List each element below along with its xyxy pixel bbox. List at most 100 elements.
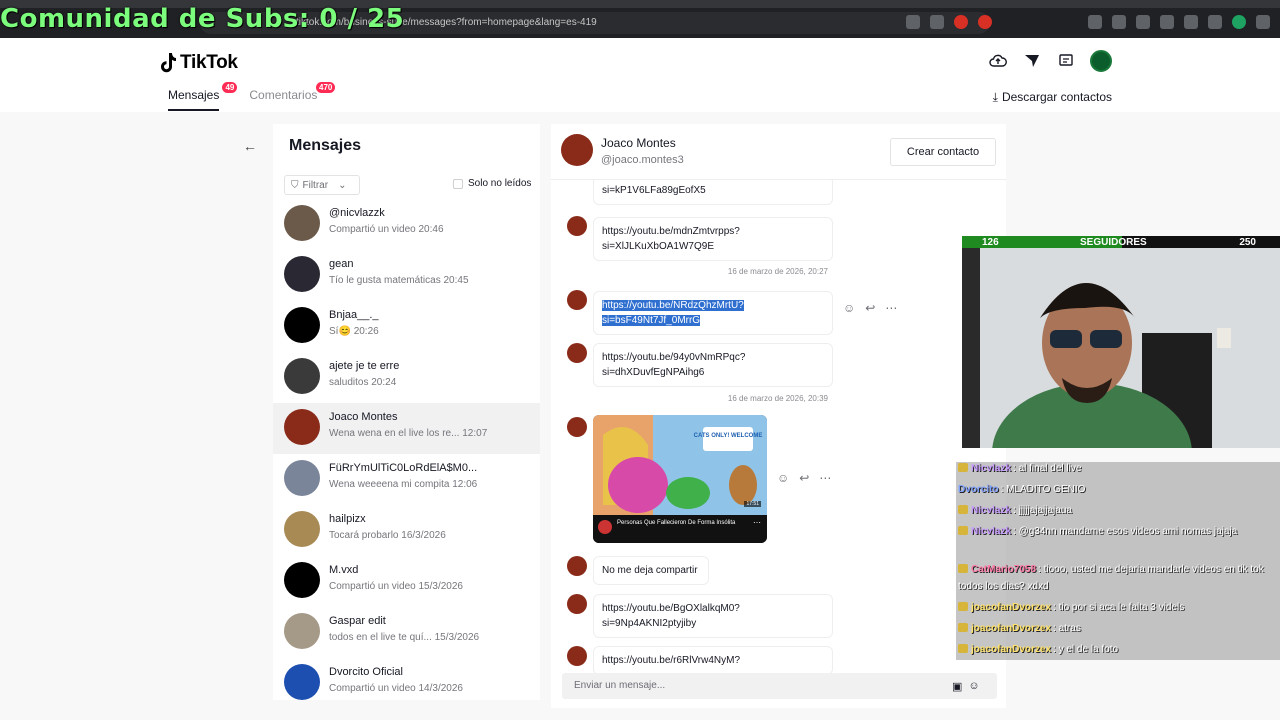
conversation-item-active[interactable]: Joaco Montes Wena wena en el live los re…	[273, 403, 540, 454]
tiktok-logo[interactable]: TikTok	[160, 52, 238, 74]
reply-icon[interactable]: ↩	[865, 301, 875, 315]
unread-checkbox[interactable]	[453, 178, 463, 189]
message-bubble[interactable]: https://youtu.be/mdnZmtvrpps? si=XlJLKuX…	[593, 217, 833, 261]
message-bubble[interactable]: https://youtu.be/BgOXlalkqM0? si=9Np4AKN…	[593, 594, 833, 638]
create-contact-button[interactable]: Crear contacto	[890, 138, 996, 166]
shared-video-card[interactable]: CATS ONLY! WELCOME 17:51 Personas Que Fa…	[593, 415, 767, 543]
brave-rewards-icon[interactable]	[978, 15, 992, 29]
conversation-item[interactable]: hailpizx Tocará probarlo 16/3/2026	[273, 505, 540, 556]
list-title: Mensajes	[289, 137, 362, 154]
inbox-icon[interactable]	[1056, 51, 1076, 71]
user-avatar[interactable]	[1090, 50, 1112, 72]
message-avatar	[567, 646, 587, 666]
conversation-avatar	[284, 205, 320, 241]
tiktok-brand: TikTok	[180, 52, 238, 73]
more-options-icon[interactable]: ⋯	[819, 471, 831, 485]
followers-goal: 250	[1239, 237, 1256, 248]
emoji-picker-icon[interactable]: ☺	[968, 680, 979, 693]
followers-current: 126	[982, 237, 999, 248]
image-upload-icon[interactable]: ▣	[952, 680, 962, 693]
sub-badge-icon	[958, 526, 968, 535]
message-text: si=kP1V6LFa89gEofX5	[602, 185, 706, 196]
conversation-item[interactable]: gean Tío le gusta matemáticas 20:45	[273, 250, 540, 301]
chat-username: Dvorcito	[958, 484, 999, 495]
share-icon[interactable]	[930, 15, 944, 29]
tab-comentarios[interactable]: Comentarios 470	[249, 82, 336, 111]
message-avatar	[567, 417, 587, 437]
send-icon[interactable]	[1022, 51, 1042, 71]
message-link[interactable]: https://youtu.be/94y0vNmRPqc?	[602, 350, 824, 365]
conversation-item[interactable]: ajete je te erre saluditos 20:24	[273, 352, 540, 403]
sub-badge-icon	[958, 644, 968, 653]
split-view-icon[interactable]	[1136, 15, 1150, 29]
message-link[interactable]: si=dhXDuvfEgNPAihg6	[602, 365, 824, 380]
conversation-list-panel: Mensajes ⛉ Filtrar ⌄ Solo no leídos @nic…	[273, 124, 540, 700]
message-link[interactable]: https://youtu.be/NRdzQhzMrtU?	[602, 300, 744, 311]
tab-mensajes-badge: 49	[222, 82, 238, 93]
menu-icon[interactable]	[1256, 15, 1270, 29]
chat-text: : @g34nn mandame esos videos ami nomas j…	[1013, 526, 1238, 537]
react-emoji-icon[interactable]: ☺	[777, 471, 789, 485]
conversation-name: M.vxd	[329, 564, 359, 576]
profile-icon[interactable]	[1232, 15, 1246, 29]
more-options-icon[interactable]: ⋯	[885, 301, 897, 315]
filter-button[interactable]: ⛉ Filtrar ⌄	[284, 175, 360, 195]
message-avatar	[567, 556, 587, 576]
vpn-icon[interactable]	[1208, 15, 1222, 29]
message-bubble-selected[interactable]: https://youtu.be/NRdzQhzMrtU? si=bsF49Nt…	[593, 291, 833, 335]
message-timestamp: 16 de marzo de 2026, 20:27	[727, 267, 828, 276]
chat-header: Joaco Montes @joaco.montes3 Crear contac…	[551, 124, 1006, 180]
video-sign-text: CATS ONLY! WELCOME	[694, 433, 763, 439]
message-link[interactable]: si=bsF49Nt7Jf_0MrrG	[602, 315, 701, 326]
conversation-name: Joaco Montes	[329, 411, 398, 423]
conversation-item[interactable]: M.vxd Compartió un video 15/3/2026	[273, 556, 540, 607]
chat-contact-name[interactable]: Joaco Montes	[601, 136, 676, 150]
chat-username: joacofanDvorzex	[971, 644, 1052, 655]
conversation-time: 12:07	[462, 428, 488, 439]
download-contacts-button[interactable]: ⤓ Descargar contactos	[993, 90, 1112, 105]
conversation-item[interactable]: Dvorcito Oficial Compartió un video 14/3…	[273, 658, 540, 700]
reply-icon[interactable]: ↩	[799, 471, 809, 485]
wallet-icon[interactable]	[1160, 15, 1174, 29]
music-icon[interactable]	[1112, 15, 1126, 29]
video-title: Personas Que Fallecieron De Forma Insóli…	[617, 520, 736, 526]
message-link[interactable]: https://youtu.be/r6RlVrw4NyM?	[602, 653, 824, 668]
message-avatar	[567, 290, 587, 310]
conversation-avatar	[284, 409, 320, 445]
brave-shield-icon[interactable]	[954, 15, 968, 29]
conversation-item[interactable]: Bnjaa__._ Sí😊 20:26	[273, 301, 540, 352]
reader-mode-icon[interactable]	[906, 15, 920, 29]
conversation-time: 16/3/2026	[401, 530, 446, 541]
chat-username: Nicvlazk	[971, 526, 1012, 537]
message-link[interactable]: https://youtu.be/mdnZmtvrpps?	[602, 224, 824, 239]
conversation-time: 15/3/2026	[418, 581, 464, 592]
message-link[interactable]: si=9Np4AKNI2ptyjiby	[602, 616, 824, 631]
chat-contact-avatar[interactable]	[561, 134, 593, 166]
conversation-item[interactable]: FüRrYmUlTiC0LoRdElA$M0... Wena weeeena m…	[273, 454, 540, 505]
chat-text: : MLADITO GENIO	[1000, 484, 1086, 495]
message-bubble[interactable]: https://youtu.be/r6RlVrw4NyM?	[593, 646, 833, 675]
sidebar-icon[interactable]	[1088, 15, 1102, 29]
conversation-time: 20:45	[443, 275, 469, 286]
conversation-avatar	[284, 664, 320, 700]
message-link[interactable]: https://youtu.be/BgOXlalkqM0?	[602, 601, 824, 616]
tab-mensajes[interactable]: Mensajes 49	[168, 82, 238, 111]
sub-badge-icon	[958, 463, 968, 472]
conversation-item[interactable]: @nicvlazzk Compartió un video 20:46	[273, 199, 540, 250]
message-bubble[interactable]: si=kP1V6LFa89gEofX5	[593, 176, 833, 205]
stream-chat-message: Nicvlazk: @g34nn mandame esos videos ami…	[958, 523, 1280, 540]
stream-chat-message: Dvorcito: MLADITO GENIO	[958, 479, 1085, 500]
unread-only-toggle[interactable]: Solo no leídos	[453, 178, 531, 189]
stream-chat-message: joacofanDvorzex: tio por si aca le falta…	[958, 597, 1184, 618]
message-input[interactable]: Enviar un mensaje...	[562, 673, 997, 699]
back-arrow-icon[interactable]: ←	[243, 138, 257, 154]
message-bubble[interactable]: https://youtu.be/94y0vNmRPqc? si=dhXDuvf…	[593, 343, 833, 387]
conversation-item[interactable]: Gaspar edit todos en el live te quí... 1…	[273, 607, 540, 658]
extensions-icon[interactable]	[1184, 15, 1198, 29]
message-link[interactable]: si=XlJLKuXbOA1W7Q9E	[602, 239, 824, 254]
message-bubble[interactable]: No me deja compartir	[593, 556, 709, 585]
conversation-time: 20:26	[353, 326, 379, 337]
video-more-icon[interactable]: ⋯	[753, 518, 761, 527]
upload-cloud-icon[interactable]	[988, 51, 1008, 71]
react-emoji-icon[interactable]: ☺	[843, 301, 855, 315]
